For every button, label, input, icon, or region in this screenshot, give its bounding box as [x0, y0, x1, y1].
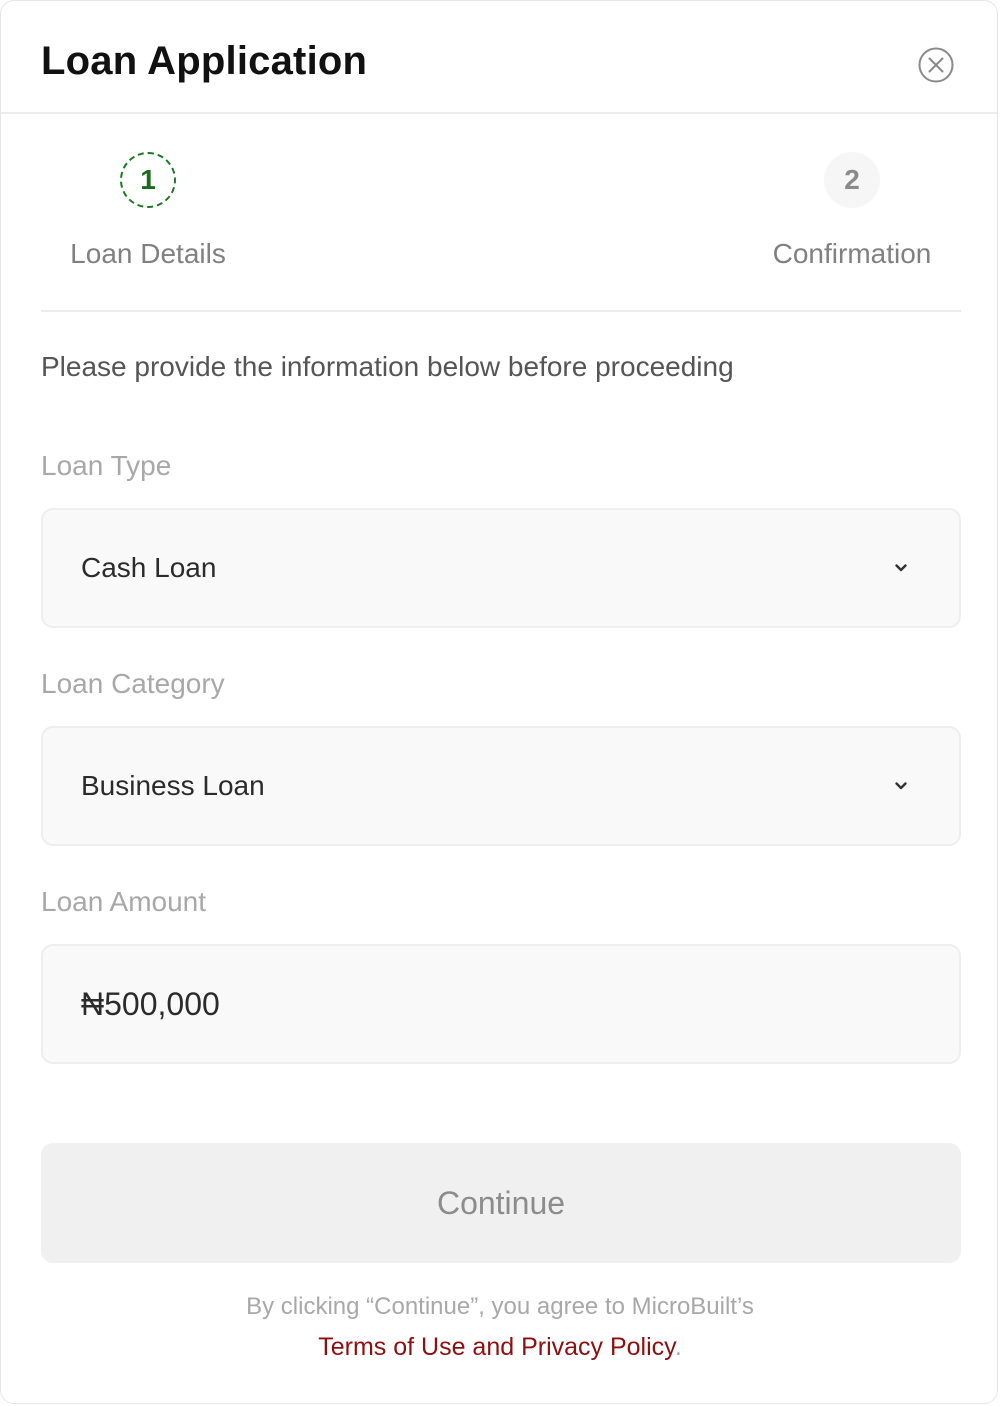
footer-agreement: By clicking “Continue”, you agree to Mic… — [1, 1291, 997, 1367]
loan-category-select[interactable]: Business Loan — [41, 726, 961, 846]
loan-amount-value: ₦500,000 — [81, 986, 220, 1022]
agreement-text: By clicking “Continue”, you agree to Mic… — [246, 1293, 754, 1320]
step-2-label: Confirmation — [772, 238, 932, 269]
loan-category-label: Loan Category — [41, 668, 225, 699]
intro-text: Please provide the information below bef… — [41, 351, 734, 382]
chevron-down-icon — [895, 564, 907, 572]
agreement-links: Terms of Use and Privacy Policy. — [1, 1327, 997, 1367]
loan-type-value: Cash Loan — [81, 552, 217, 583]
loan-type-select[interactable]: Cash Loan — [41, 508, 961, 628]
loan-amount-label: Loan Amount — [41, 886, 207, 917]
close-button[interactable] — [918, 47, 954, 83]
loan-category-value: Business Loan — [81, 770, 265, 801]
stepper: 1 Loan Details 2 Confirmation — [41, 114, 961, 312]
loan-type-label: Loan Type — [41, 450, 172, 481]
close-circle-icon — [918, 47, 954, 83]
step-1-label: Loan Details — [70, 238, 226, 269]
step-1-indicator: 1 — [120, 152, 176, 208]
continue-button[interactable]: Continue — [41, 1143, 961, 1263]
chevron-down-icon — [895, 782, 907, 790]
step-confirmation[interactable]: 2 Confirmation — [767, 114, 937, 270]
terms-privacy-link[interactable]: Terms of Use and Privacy Policy — [318, 1333, 675, 1361]
loan-amount-input[interactable]: ₦500,000 — [41, 944, 961, 1064]
loan-application-modal: Loan Application 1 Loan Details 2 Confir… — [0, 0, 998, 1404]
step-loan-details[interactable]: 1 Loan Details — [67, 114, 229, 270]
modal-title: Loan Application — [41, 39, 368, 83]
footer-period: . — [674, 1333, 682, 1361]
step-2-indicator: 2 — [824, 152, 880, 208]
modal-header: Loan Application — [1, 1, 997, 114]
